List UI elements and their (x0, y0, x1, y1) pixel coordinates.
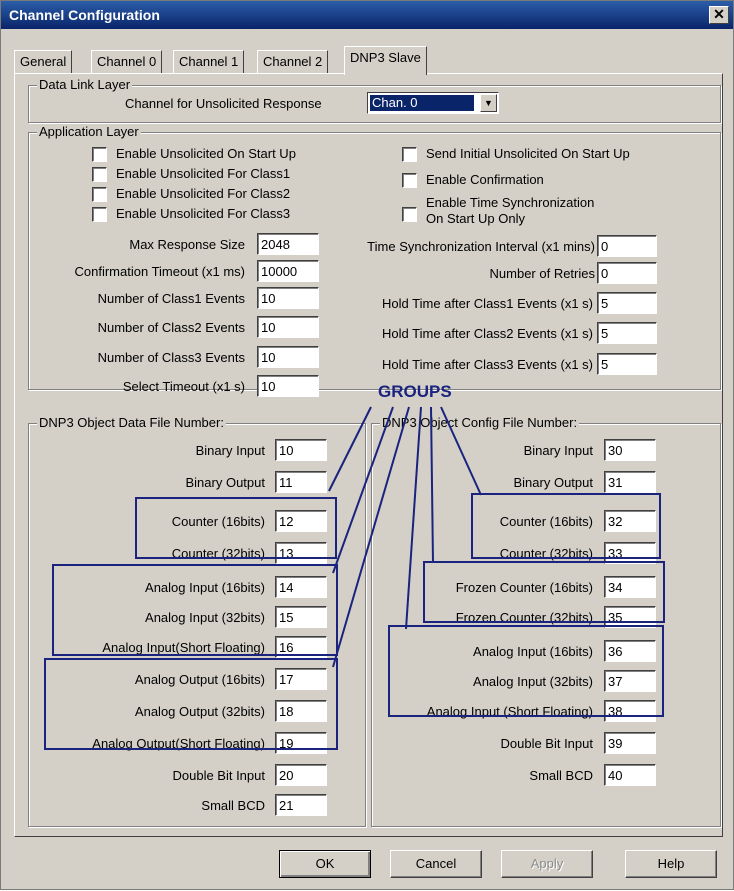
chevron-down-icon[interactable]: ▼ (480, 94, 497, 112)
send-initial-unsolicited-checkbox[interactable] (402, 147, 417, 162)
enable-confirmation-label: Enable Confirmation (426, 172, 544, 187)
config-small-bcd-label: Small BCD (529, 768, 593, 783)
config-double-bit-input-field[interactable]: 39 (604, 732, 656, 754)
hold-time-class1-label: Hold Time after Class1 Events (x1 s) (382, 296, 593, 311)
data-small-bcd-label: Small BCD (201, 798, 265, 813)
tab-channel-1[interactable]: Channel 1 (173, 50, 245, 73)
class1-events-field[interactable]: 10 (257, 287, 319, 309)
hold-time-class2-label: Hold Time after Class2 Events (x1 s) (382, 326, 593, 341)
enable-unsolicited-class2-checkbox[interactable] (92, 187, 107, 202)
apply-button[interactable]: Apply (501, 850, 593, 878)
send-initial-unsolicited-label: Send Initial Unsolicited On Start Up (426, 146, 630, 161)
enable-unsolicited-class2-label: Enable Unsolicited For Class2 (116, 186, 291, 201)
max-response-size-field[interactable]: 2048 (257, 233, 319, 255)
select-timeout-field[interactable]: 10 (257, 375, 319, 397)
confirmation-timeout-label: Confirmation Timeout (x1 ms) (74, 264, 246, 279)
select-timeout-label: Select Timeout (x1 s) (122, 379, 245, 394)
time-sync-interval-field[interactable]: 0 (597, 235, 657, 257)
data-binary-input-label: Binary Input (195, 443, 265, 458)
group-box-config-frozen-counters (423, 561, 665, 623)
title-bar: Channel Configuration ✕ (1, 1, 733, 29)
enable-unsolicited-class1-checkbox[interactable] (92, 167, 107, 182)
group-box-data-counters (135, 497, 337, 559)
data-binary-input-field[interactable]: 10 (275, 439, 327, 461)
hold-time-class2-field[interactable]: 5 (597, 322, 657, 344)
tab-channel-0[interactable]: Channel 0 (91, 50, 163, 73)
application-layer-legend: Application Layer (37, 124, 141, 139)
config-binary-input-field[interactable]: 30 (604, 439, 656, 461)
max-response-size-label: Max Response Size (129, 237, 245, 252)
cancel-button[interactable]: Cancel (390, 850, 482, 878)
enable-unsolicited-class3-label: Enable Unsolicited For Class3 (116, 206, 291, 221)
tab-channel-2[interactable]: Channel 2 (257, 50, 329, 73)
tab-general[interactable]: General (14, 50, 73, 73)
data-double-bit-input-field[interactable]: 20 (275, 764, 327, 786)
enable-time-sync-checkbox[interactable] (402, 207, 417, 222)
channel-unsolicited-label: Channel for Unsolicited Response (125, 96, 322, 111)
ok-button[interactable]: OK (279, 850, 371, 878)
data-file-number-legend: DNP3 Object Data File Number: (37, 415, 226, 430)
enable-unsolicited-startup-label: Enable Unsolicited On Start Up (116, 146, 296, 161)
enable-unsolicited-startup-checkbox[interactable] (92, 147, 107, 162)
hold-time-class1-field[interactable]: 5 (597, 292, 657, 314)
config-double-bit-input-label: Double Bit Input (500, 736, 593, 751)
class3-events-field[interactable]: 10 (257, 346, 319, 368)
group-box-data-analog-outputs (44, 658, 338, 750)
window-title: Channel Configuration (9, 7, 160, 23)
class2-events-label: Number of Class2 Events (97, 320, 245, 335)
time-sync-interval-label: Time Synchronization Interval (x1 mins) (367, 239, 595, 254)
group-box-config-counters (471, 493, 661, 559)
config-file-number-legend: DNP3 Object Config File Number: (380, 415, 580, 430)
config-binary-input-label: Binary Input (523, 443, 593, 458)
enable-confirmation-checkbox[interactable] (402, 173, 417, 188)
enable-time-sync-label: Enable Time Synchronization (426, 195, 595, 210)
data-small-bcd-field[interactable]: 21 (275, 794, 327, 816)
class2-events-field[interactable]: 10 (257, 316, 319, 338)
channel-configuration-dialog: Channel Configuration ✕ General Channel … (0, 0, 734, 890)
tab-dnp3-slave[interactable]: DNP3 Slave (344, 46, 427, 75)
channel-select[interactable]: Chan. 0 ▼ (367, 92, 499, 114)
class3-events-label: Number of Class3 Events (97, 350, 245, 365)
groups-annotation-label: GROUPS (378, 382, 452, 401)
group-box-config-analog-inputs (388, 625, 664, 717)
help-button[interactable]: Help (625, 850, 717, 878)
number-of-retries-field[interactable]: 0 (597, 262, 657, 284)
confirmation-timeout-field[interactable]: 10000 (257, 260, 319, 282)
data-double-bit-input-label: Double Bit Input (172, 768, 265, 783)
hold-time-class3-field[interactable]: 5 (597, 353, 657, 375)
hold-time-class3-label: Hold Time after Class3 Events (x1 s) (382, 357, 593, 372)
channel-select-value: Chan. 0 (370, 95, 474, 111)
config-binary-output-label: Binary Output (513, 475, 594, 490)
enable-unsolicited-class3-checkbox[interactable] (92, 207, 107, 222)
enable-time-sync-label-line2: On Start Up Only (426, 211, 525, 226)
enable-unsolicited-class1-label: Enable Unsolicited For Class1 (116, 166, 291, 181)
number-of-retries-label: Number of Retries (489, 266, 595, 281)
class1-events-label: Number of Class1 Events (97, 291, 245, 306)
group-box-data-analog-inputs (52, 564, 338, 656)
data-link-layer-legend: Data Link Layer (37, 77, 133, 92)
config-binary-output-field[interactable]: 31 (604, 471, 656, 493)
config-small-bcd-field[interactable]: 40 (604, 764, 656, 786)
data-binary-output-label: Binary Output (185, 475, 266, 490)
data-binary-output-field[interactable]: 11 (275, 471, 327, 493)
close-icon[interactable]: ✕ (709, 6, 729, 24)
